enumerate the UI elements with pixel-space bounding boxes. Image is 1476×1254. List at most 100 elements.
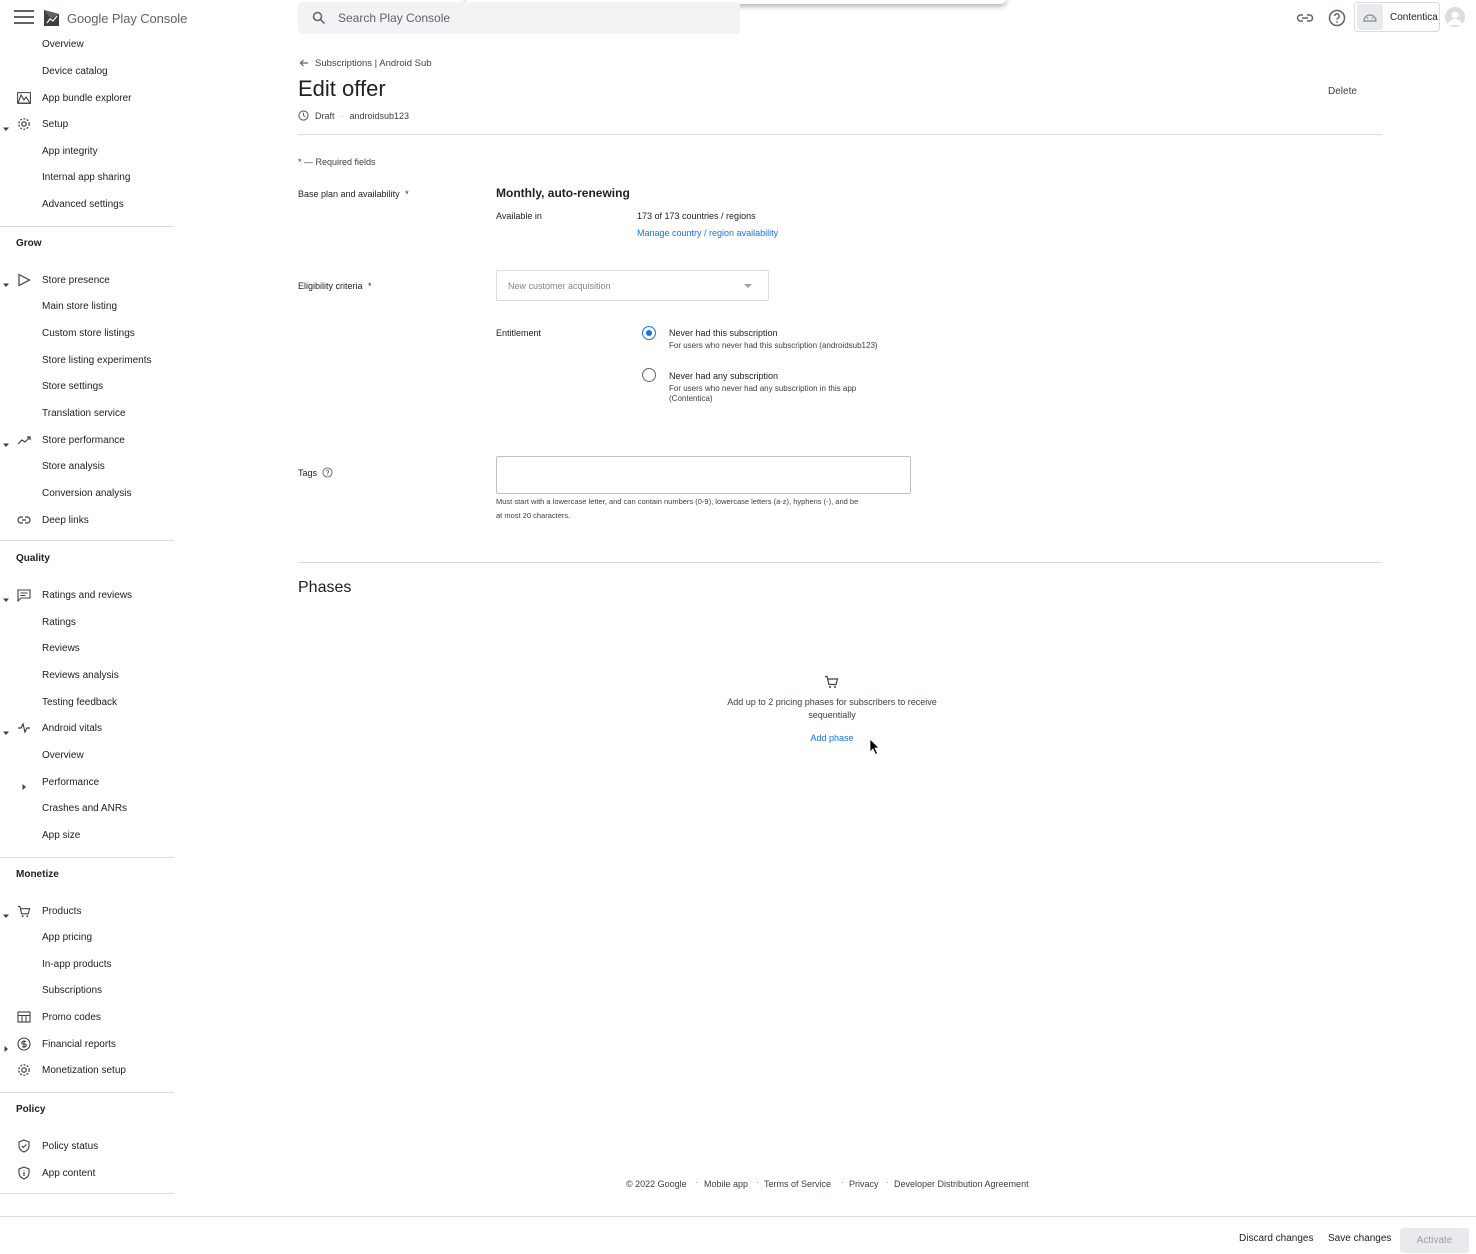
chevron-down-icon[interactable] [2, 907, 10, 918]
activate-button[interactable]: Activate [1400, 1228, 1469, 1253]
account-avatar[interactable] [1445, 7, 1465, 27]
app-name: Contentica [1390, 11, 1438, 23]
sidebar-item-translation-service[interactable]: Translation service [0, 402, 174, 424]
footer-dda-link[interactable]: Developer Distribution Agreement [894, 1179, 1029, 1189]
eligibility-select[interactable]: New customer acquisition [496, 270, 769, 301]
save-changes-button[interactable]: Save changes [1328, 1233, 1391, 1244]
sidebar-item-overview[interactable]: Overview [0, 33, 174, 55]
radio-never-had-this[interactable] [642, 326, 656, 340]
sidebar-item-label: Store analysis [42, 460, 105, 472]
sidebar-item-promo-codes[interactable]: Promo codes [0, 1006, 174, 1028]
sidebar-item-label: Store presence [42, 274, 110, 286]
sidebar-item-label: Monetization setup [42, 1064, 126, 1076]
sidebar-item-store-analysis[interactable]: Store analysis [0, 455, 174, 477]
sidebar-item-reviews-analysis[interactable]: Reviews analysis [0, 664, 174, 686]
sidebar-item-label: App bundle explorer [42, 92, 132, 104]
sidebar-item-deep-links[interactable]: Deep links [0, 509, 174, 531]
sidebar-item-store-listing-experiments[interactable]: Store listing experiments [0, 349, 174, 371]
sidebar-item-custom-store-listings[interactable]: Custom store listings [0, 322, 174, 344]
sidebar-item-store-settings[interactable]: Store settings [0, 375, 174, 397]
chevron-right-icon[interactable] [2, 1040, 10, 1052]
radio-never-had-any[interactable] [642, 368, 656, 382]
sidebar-item-policy-status[interactable]: Policy status [0, 1135, 174, 1157]
sidebar-item-label: Crashes and ANRs [42, 802, 128, 814]
footer-separator: · [695, 1177, 698, 1187]
sidebar-item-app-content[interactable]: App content [0, 1162, 174, 1184]
chevron-down-icon[interactable] [2, 724, 10, 735]
breadcrumb[interactable]: Subscriptions | Android Sub [298, 57, 432, 69]
help-circle-icon[interactable] [322, 467, 333, 478]
sidebar-item-advanced-settings[interactable]: Advanced settings [0, 193, 174, 215]
app-selector[interactable]: Contentica [1354, 2, 1440, 32]
sidebar-item-overview[interactable]: Overview [0, 744, 174, 766]
sidebar-item-in-app-products[interactable]: In-app products [0, 953, 174, 975]
help-icon[interactable] [1327, 8, 1347, 28]
app-bundle-icon [16, 90, 32, 106]
settings-gear-icon [16, 116, 32, 132]
tags-help-line1: Must start with a lowercase letter, and … [496, 497, 859, 506]
sidebar-item-app-size[interactable]: App size [0, 824, 174, 846]
required-note: * — Required fields [298, 157, 376, 167]
tags-input[interactable] [496, 456, 911, 494]
sidebar-item-ratings[interactable]: Ratings [0, 611, 174, 633]
sidebar-item-label: Products [42, 905, 82, 917]
delete-button[interactable]: Delete [1328, 86, 1357, 97]
sidebar-item-subscriptions[interactable]: Subscriptions [0, 979, 174, 1001]
sidebar-item-label: Store settings [42, 380, 104, 392]
tags-help-line2: at most 20 characters. [496, 511, 571, 520]
discard-changes-button[interactable]: Discard changes [1239, 1233, 1313, 1244]
sidebar-item-label: Setup [42, 118, 69, 130]
search-input[interactable] [338, 11, 698, 25]
search-box[interactable] [298, 2, 740, 34]
sidebar-item-android-vitals[interactable]: Android vitals [0, 717, 174, 739]
footer-mobile-app-link[interactable]: Mobile app [704, 1179, 748, 1189]
phases-title: Phases [298, 579, 352, 596]
dollar-icon [16, 1036, 32, 1052]
sidebar-item-performance[interactable]: Performance [0, 771, 174, 793]
sidebar-item-financial-reports[interactable]: Financial reports [0, 1033, 174, 1055]
sidebar-item-store-performance[interactable]: Store performance [0, 429, 174, 451]
chevron-down-icon[interactable] [2, 276, 10, 287]
sidebar-item-testing-feedback[interactable]: Testing feedback [0, 691, 174, 713]
sidebar-item-setup[interactable]: Setup [0, 113, 174, 135]
sidebar-item-label: Policy status [42, 1140, 99, 1152]
sidebar-item-device-catalog[interactable]: Device catalog [0, 60, 174, 82]
sidebar-item-label: Android vitals [42, 722, 103, 734]
chevron-down-icon[interactable] [2, 591, 10, 602]
footer-terms-link[interactable]: Terms of Service [764, 1179, 831, 1189]
chevron-down-icon[interactable] [2, 436, 10, 447]
footer-privacy-link[interactable]: Privacy [849, 1179, 879, 1189]
sidebar-item-label: Advanced settings [42, 198, 124, 210]
sidebar-item-internal-app-sharing[interactable]: Internal app sharing [0, 166, 174, 188]
promo-codes-icon [16, 1009, 32, 1025]
menu-icon[interactable] [14, 10, 34, 26]
sidebar-item-monetization-setup[interactable]: Monetization setup [0, 1059, 174, 1081]
product-id: androidsub123 [349, 110, 410, 121]
footer-separator: · [886, 1177, 889, 1187]
status-row: Draft · androidsub123 [298, 110, 409, 121]
option2-title: Never had any subscription [669, 371, 779, 381]
sidebar-item-label: Promo codes [42, 1011, 101, 1023]
link-icon[interactable] [1295, 8, 1315, 28]
base-plan-label: Base plan and availability * [298, 189, 409, 199]
manage-availability-link[interactable]: Manage country / region availability [637, 228, 778, 238]
option1-desc: For users who never had this subscriptio… [669, 341, 878, 350]
sidebar-item-products[interactable]: Products [0, 900, 174, 922]
sidebar-item-app-pricing[interactable]: App pricing [0, 926, 174, 948]
sidebar-item-app-bundle-explorer[interactable]: App bundle explorer [0, 87, 174, 109]
sidebar-item-main-store-listing[interactable]: Main store listing [0, 295, 174, 317]
sidebar-item-reviews[interactable]: Reviews [0, 637, 174, 659]
play-console-logo[interactable]: Google Play Console [42, 8, 187, 28]
sidebar-item-label: App size [42, 829, 81, 841]
top-bar: Google Play Console Contentica [0, 0, 1476, 36]
sidebar-item-store-presence[interactable]: Store presence [0, 269, 174, 291]
sidebar-item-app-integrity[interactable]: App integrity [0, 140, 174, 162]
option2-desc-line1: For users who never had any subscription… [669, 384, 857, 393]
chevron-down-icon[interactable] [2, 120, 10, 131]
footer-separator: · [756, 1177, 759, 1187]
ratings-reviews-icon [16, 587, 32, 603]
chevron-right-icon[interactable] [20, 778, 28, 790]
sidebar-item-conversion-analysis[interactable]: Conversion analysis [0, 482, 174, 504]
sidebar-item-ratings-and-reviews[interactable]: Ratings and reviews [0, 584, 174, 606]
sidebar-item-crashes-and-anrs[interactable]: Crashes and ANRs [0, 797, 174, 819]
